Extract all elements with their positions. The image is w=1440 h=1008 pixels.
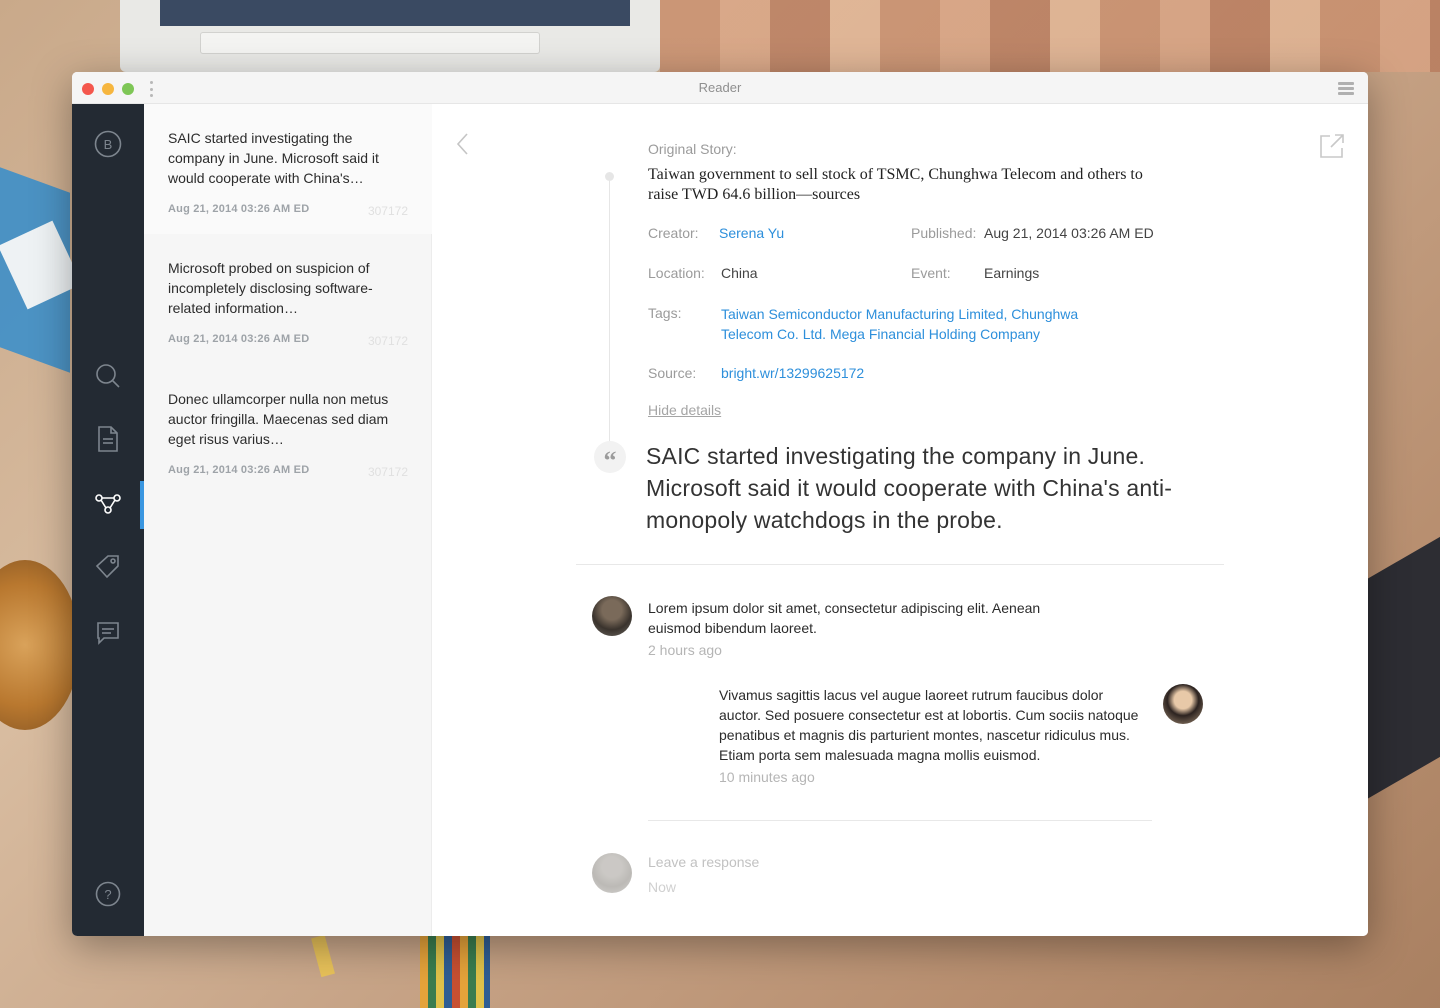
tags-links[interactable]: Taiwan Semiconductor Manufacturing Limit…: [721, 304, 1121, 344]
list-item-id: 307172: [367, 465, 408, 479]
avatar: [592, 853, 632, 893]
creator-label: Creator:: [648, 225, 699, 241]
list-item-date: Aug 21, 2014 03:26 AM ED: [168, 464, 310, 476]
location-label: Location:: [648, 265, 705, 281]
article-view: Original Story: Taiwan government to sel…: [432, 104, 1368, 936]
response-time: Now: [648, 879, 677, 895]
event-value: Earnings: [984, 265, 1040, 281]
logo-letter: B: [104, 137, 113, 152]
search-icon[interactable]: [72, 356, 144, 396]
creator-link[interactable]: Serena Yu: [719, 225, 784, 241]
divider: [576, 564, 1224, 565]
list-item-date: Aug 21, 2014 03:26 AM ED: [168, 203, 310, 215]
window-title: Reader: [698, 80, 742, 95]
document-icon[interactable]: [72, 419, 144, 459]
sidebar: B ?: [72, 104, 144, 936]
avatar[interactable]: [1163, 684, 1203, 724]
avatar[interactable]: [592, 596, 632, 636]
external-link-icon[interactable]: [1318, 132, 1346, 160]
menu-icon[interactable]: [1338, 82, 1354, 95]
graph-icon[interactable]: [72, 484, 144, 524]
original-story-label: Original Story:: [648, 141, 737, 157]
article-quote: SAIC started investigating the company i…: [646, 443, 1173, 533]
quote-icon: “: [594, 441, 626, 475]
list-item[interactable]: Donec ullamcorper nulla non metus auctor…: [144, 365, 432, 495]
list-item-id: 307172: [367, 334, 408, 348]
list-item-text: Microsoft probed on suspicion of incompl…: [168, 260, 373, 316]
published-label: Published:: [911, 225, 977, 241]
tag-icon[interactable]: [72, 547, 144, 587]
reply-time: 10 minutes ago: [719, 769, 815, 785]
source-label: Source:: [648, 365, 697, 381]
response-input[interactable]: [648, 854, 948, 870]
list-item-text: Donec ullamcorper nulla non metus auctor…: [168, 391, 389, 447]
published-value: Aug 21, 2014 03:26 AM ED: [984, 225, 1154, 241]
comment-text: Lorem ipsum dolor sit amet, consectetur …: [648, 600, 1041, 636]
list-item-date: Aug 21, 2014 03:26 AM ED: [168, 333, 310, 345]
help-icon[interactable]: ?: [72, 874, 144, 914]
original-story-title[interactable]: Taiwan government to sell stock of TSMC,…: [648, 165, 1148, 205]
story-list: SAIC started investigating the company i…: [144, 104, 432, 936]
hide-details-link[interactable]: Hide details: [648, 402, 721, 418]
titlebar: Reader: [72, 72, 1368, 104]
list-item[interactable]: Microsoft probed on suspicion of incompl…: [144, 234, 432, 364]
reply-text: Vivamus sagittis lacus vel augue laoreet…: [719, 687, 1139, 763]
desk-pencils: [420, 936, 490, 1008]
reader-window: Reader B ? SAIC started investigating th…: [72, 72, 1368, 936]
desk-laptop-screen: [160, 0, 630, 26]
desk-pencil: [311, 934, 335, 978]
divider: [648, 820, 1152, 821]
back-chevron-icon[interactable]: [454, 132, 472, 156]
timeline-line: [609, 174, 610, 444]
source-link[interactable]: bright.wr/13299625172: [721, 365, 864, 381]
desk-bowl: [0, 560, 80, 730]
list-item-id: 307172: [367, 204, 408, 218]
list-item[interactable]: SAIC started investigating the company i…: [144, 104, 432, 234]
tags-label: Tags:: [648, 305, 682, 321]
help-glyph: ?: [104, 887, 111, 902]
location-value: China: [721, 265, 758, 281]
logo-icon[interactable]: B: [72, 124, 144, 164]
comment-icon[interactable]: [72, 613, 144, 653]
desk-laptop-bar: [200, 32, 540, 54]
comment-time: 2 hours ago: [648, 642, 722, 658]
desk-pad: [1360, 536, 1440, 804]
desk-books: [660, 0, 1440, 72]
list-item-text: SAIC started investigating the company i…: [168, 130, 379, 186]
event-label: Event:: [911, 265, 951, 281]
